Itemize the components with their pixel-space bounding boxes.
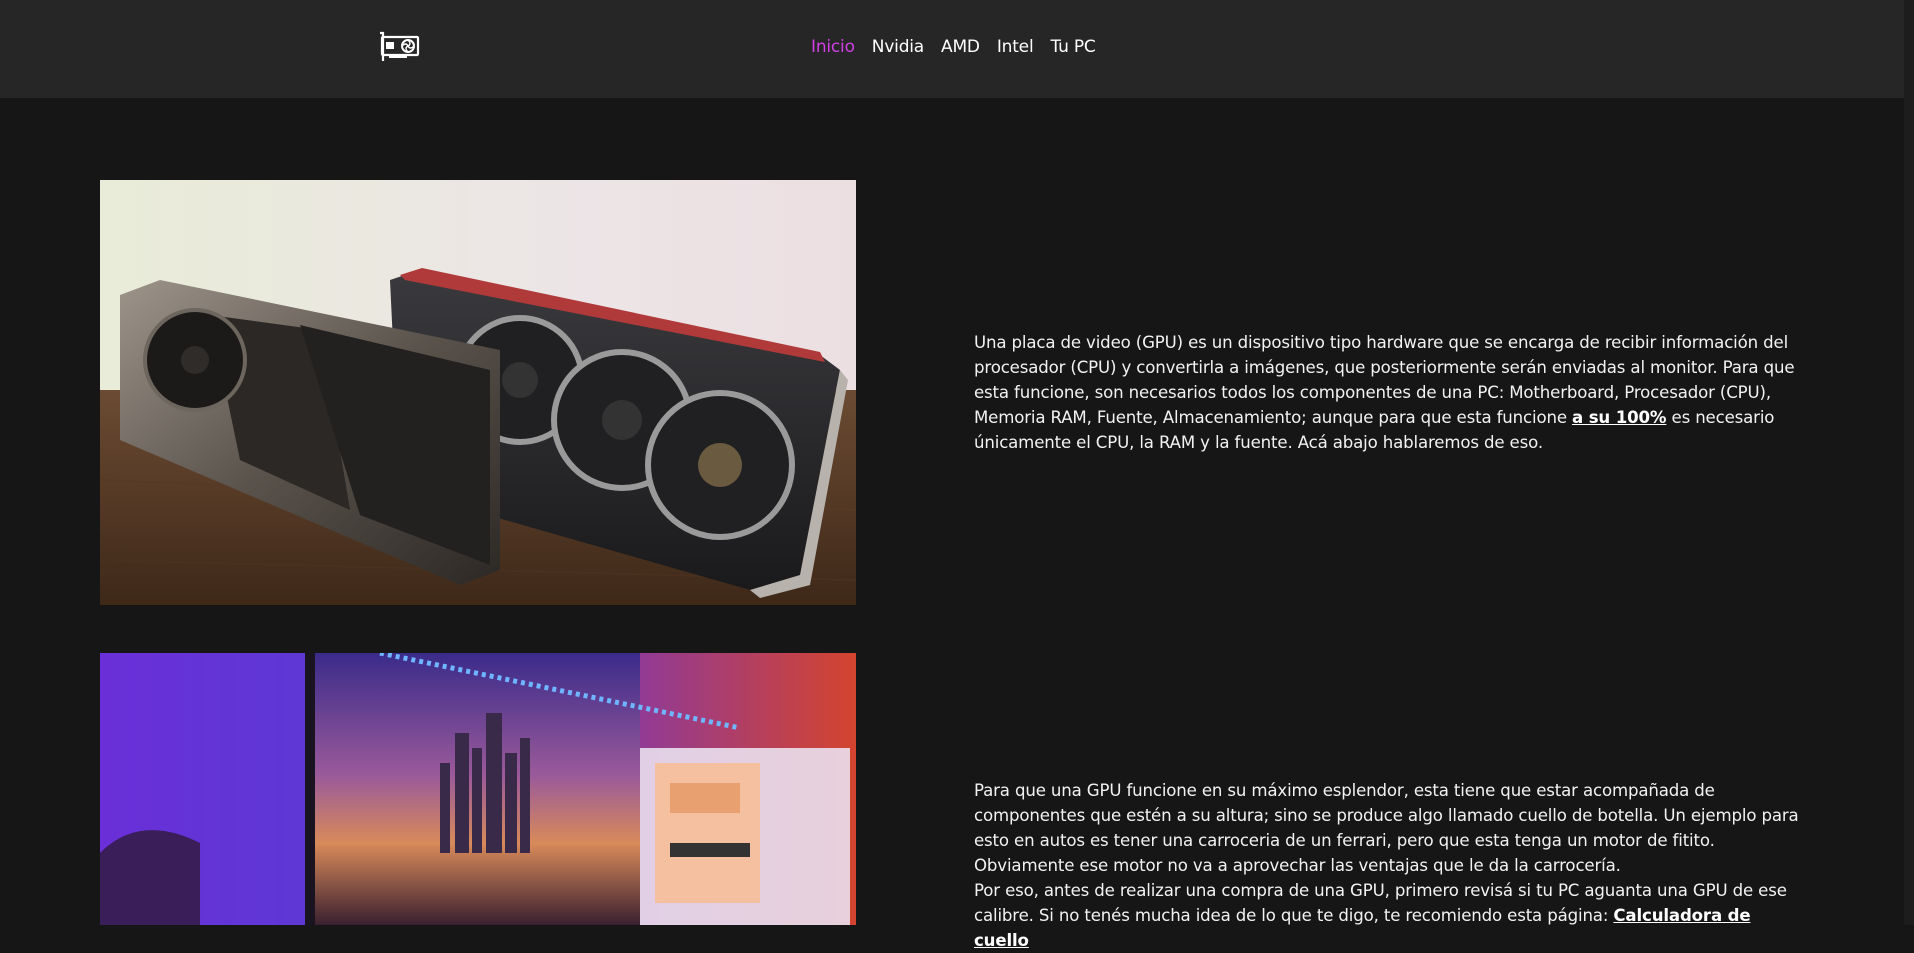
- gpu-description: Una placa de video (GPU) es un dispositi…: [974, 330, 1804, 455]
- nav-item-tu-pc[interactable]: Tu PC: [1050, 37, 1095, 57]
- bottleneck-description: Para que una GPU funcione en su máximo e…: [974, 778, 1804, 953]
- main-nav: Inicio Nvidia AMD Intel Tu PC: [811, 37, 1096, 57]
- gpu-photo-illustration: [100, 180, 856, 605]
- graphics-card-icon[interactable]: [379, 30, 421, 62]
- full-potential-link[interactable]: a su 100%: [1572, 408, 1667, 427]
- pc-setup-photo: [100, 653, 856, 925]
- nav-item-amd[interactable]: AMD: [941, 37, 980, 57]
- nav-item-intel[interactable]: Intel: [997, 37, 1034, 57]
- page-scrollbar[interactable]: [1904, 0, 1914, 925]
- top-navbar: Inicio Nvidia AMD Intel Tu PC: [0, 0, 1904, 98]
- nav-item-inicio[interactable]: Inicio: [811, 37, 855, 57]
- compatibility-paragraph: Por eso, antes de realizar una compra de…: [974, 878, 1804, 953]
- pc-setup-illustration: [100, 653, 856, 925]
- gpu-description-paragraph: Una placa de video (GPU) es un dispositi…: [974, 330, 1804, 455]
- nav-item-nvidia[interactable]: Nvidia: [872, 37, 924, 57]
- bottleneck-paragraph: Para que una GPU funcione en su máximo e…: [974, 781, 1799, 875]
- gpu-photo: [100, 180, 856, 605]
